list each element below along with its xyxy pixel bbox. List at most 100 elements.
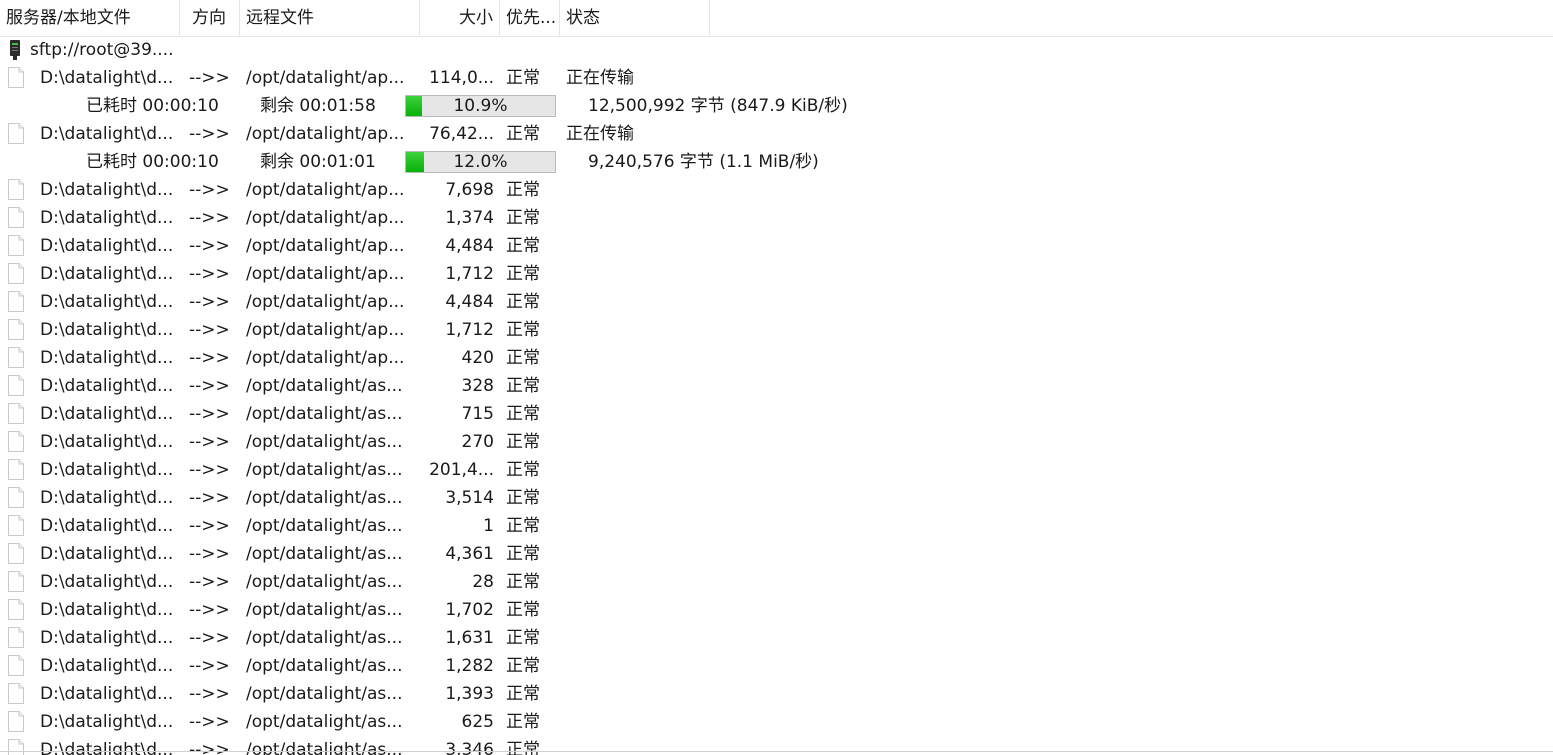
remote-file: /opt/datalight/as... — [246, 572, 403, 592]
priority: 正常 — [506, 320, 540, 340]
direction: -->> — [189, 488, 230, 508]
elapsed-time: 已耗时 00:00:10 — [86, 152, 219, 172]
elapsed-time: 已耗时 00:00:10 — [86, 96, 219, 116]
priority: 正常 — [506, 404, 540, 424]
queue-item[interactable]: D:\datalight\d... -->> /opt/datalight/ap..… — [0, 232, 1553, 260]
column-header-priority[interactable]: 优先... — [500, 0, 560, 36]
queue-item[interactable]: D:\datalight\d... -->> /opt/datalight/as..… — [0, 372, 1553, 400]
queue-item[interactable]: D:\datalight\d... -->> /opt/datalight/ap..… — [0, 204, 1553, 232]
transferred-bytes: 12,500,992 字节 (847.9 KiB/秒) — [588, 96, 848, 116]
file-size: 28 — [472, 572, 494, 592]
remote-file: /opt/datalight/ap... — [246, 208, 405, 228]
local-file: D:\datalight\d... — [40, 376, 174, 396]
queue-item[interactable]: D:\datalight\d... -->> /opt/datalight/as..… — [0, 736, 1553, 755]
queue-item[interactable]: D:\datalight\d... -->> /opt/datalight/as..… — [0, 680, 1553, 708]
file-size: 1,631 — [445, 628, 494, 648]
queue-item[interactable]: D:\datalight\d... -->> /opt/datalight/as..… — [0, 708, 1553, 736]
priority: 正常 — [506, 292, 540, 312]
local-file: D:\datalight\d... — [40, 348, 174, 368]
column-header-server[interactable]: 服务器/本地文件 — [0, 0, 180, 36]
queue-item[interactable]: D:\datalight\d... -->> /opt/datalight/as..… — [0, 596, 1553, 624]
priority: 正常 — [506, 180, 540, 200]
remote-file: /opt/datalight/ap... — [246, 68, 405, 88]
queue-list: sftp://root@39.... D:\datalight\d... -->>… — [0, 36, 1553, 755]
file-size: 4,484 — [445, 236, 494, 256]
column-header-direction[interactable]: 方向 — [180, 0, 240, 36]
file-icon — [8, 67, 24, 88]
priority: 正常 — [506, 600, 540, 620]
local-file: D:\datalight\d... — [40, 656, 174, 676]
progress-bar: 10.9% — [405, 95, 556, 117]
transfer-progress-row: 已耗时 00:00:10 剩余 00:01:01 12.0% 9,240,576 字节… — [0, 148, 1553, 176]
direction: -->> — [189, 320, 230, 340]
priority: 正常 — [506, 236, 540, 256]
file-icon — [8, 347, 24, 368]
queue-item[interactable]: D:\datalight\d... -->> /opt/datalight/as..… — [0, 540, 1553, 568]
file-icon — [8, 683, 24, 704]
queue-item[interactable]: D:\datalight\d... -->> /opt/datalight/ap..… — [0, 64, 1553, 92]
file-icon — [8, 655, 24, 676]
remote-file: /opt/datalight/ap... — [246, 292, 405, 312]
remote-file: /opt/datalight/as... — [246, 376, 403, 396]
file-size: 1 — [483, 516, 494, 536]
direction: -->> — [189, 628, 230, 648]
column-header: 服务器/本地文件 方向 远程文件 大小 优先... 状态 — [0, 0, 1553, 37]
progress-bar: 12.0% — [405, 151, 556, 173]
queue-item[interactable]: D:\datalight\d... -->> /opt/datalight/as..… — [0, 512, 1553, 540]
queue-item[interactable]: D:\datalight\d... -->> /opt/datalight/ap..… — [0, 260, 1553, 288]
queue-item[interactable]: D:\datalight\d... -->> /opt/datalight/as..… — [0, 456, 1553, 484]
queue-item[interactable]: D:\datalight\d... -->> /opt/datalight/ap..… — [0, 176, 1553, 204]
remaining-time: 剩余 00:01:58 — [260, 96, 376, 116]
direction: -->> — [189, 292, 230, 312]
direction: -->> — [189, 516, 230, 536]
file-size: 270 — [461, 432, 494, 452]
priority: 正常 — [506, 124, 540, 144]
file-size: 7,698 — [445, 180, 494, 200]
local-file: D:\datalight\d... — [40, 572, 174, 592]
remote-file: /opt/datalight/as... — [246, 656, 403, 676]
queue-item[interactable]: D:\datalight\d... -->> /opt/datalight/as..… — [0, 400, 1553, 428]
column-header-remote-file[interactable]: 远程文件 — [240, 0, 420, 36]
file-icon — [8, 207, 24, 228]
local-file: D:\datalight\d... — [40, 292, 174, 312]
server-row[interactable]: sftp://root@39.... — [0, 36, 1553, 64]
queue-item[interactable]: D:\datalight\d... -->> /opt/datalight/ap..… — [0, 120, 1553, 148]
remote-file: /opt/datalight/as... — [246, 544, 403, 564]
queue-item[interactable]: D:\datalight\d... -->> /opt/datalight/as..… — [0, 568, 1553, 596]
local-file: D:\datalight\d... — [40, 544, 174, 564]
file-size: 1,702 — [445, 600, 494, 620]
file-size: 114,0... — [429, 68, 494, 88]
direction: -->> — [189, 264, 230, 284]
direction: -->> — [189, 600, 230, 620]
file-size: 4,361 — [445, 544, 494, 564]
remote-file: /opt/datalight/ap... — [246, 264, 405, 284]
file-icon — [8, 571, 24, 592]
file-icon — [8, 711, 24, 732]
queue-item[interactable]: D:\datalight\d... -->> /opt/datalight/ap..… — [0, 316, 1553, 344]
queue-item[interactable]: D:\datalight\d... -->> /opt/datalight/ap..… — [0, 288, 1553, 316]
queue-item[interactable]: D:\datalight\d... -->> /opt/datalight/ap..… — [0, 344, 1553, 372]
queue-item[interactable]: D:\datalight\d... -->> /opt/datalight/as..… — [0, 652, 1553, 680]
queue-item[interactable]: D:\datalight\d... -->> /opt/datalight/as..… — [0, 624, 1553, 652]
direction: -->> — [189, 544, 230, 564]
file-icon — [8, 459, 24, 480]
local-file: D:\datalight\d... — [40, 264, 174, 284]
queue-item[interactable]: D:\datalight\d... -->> /opt/datalight/as..… — [0, 428, 1553, 456]
remote-file: /opt/datalight/as... — [246, 628, 403, 648]
file-size: 1,374 — [445, 208, 494, 228]
remote-file: /opt/datalight/as... — [246, 460, 403, 480]
file-size: 1,282 — [445, 656, 494, 676]
remote-file: /opt/datalight/as... — [246, 600, 403, 620]
priority: 正常 — [506, 488, 540, 508]
column-header-status[interactable]: 状态 — [560, 0, 710, 36]
queue-item[interactable]: D:\datalight\d... -->> /opt/datalight/as..… — [0, 484, 1553, 512]
priority: 正常 — [506, 208, 540, 228]
column-header-size[interactable]: 大小 — [420, 0, 500, 36]
priority: 正常 — [506, 740, 540, 755]
file-size: 625 — [461, 712, 494, 732]
file-size: 1,712 — [445, 264, 494, 284]
remote-file: /opt/datalight/as... — [246, 516, 403, 536]
priority: 正常 — [506, 712, 540, 732]
priority: 正常 — [506, 68, 540, 88]
priority: 正常 — [506, 656, 540, 676]
